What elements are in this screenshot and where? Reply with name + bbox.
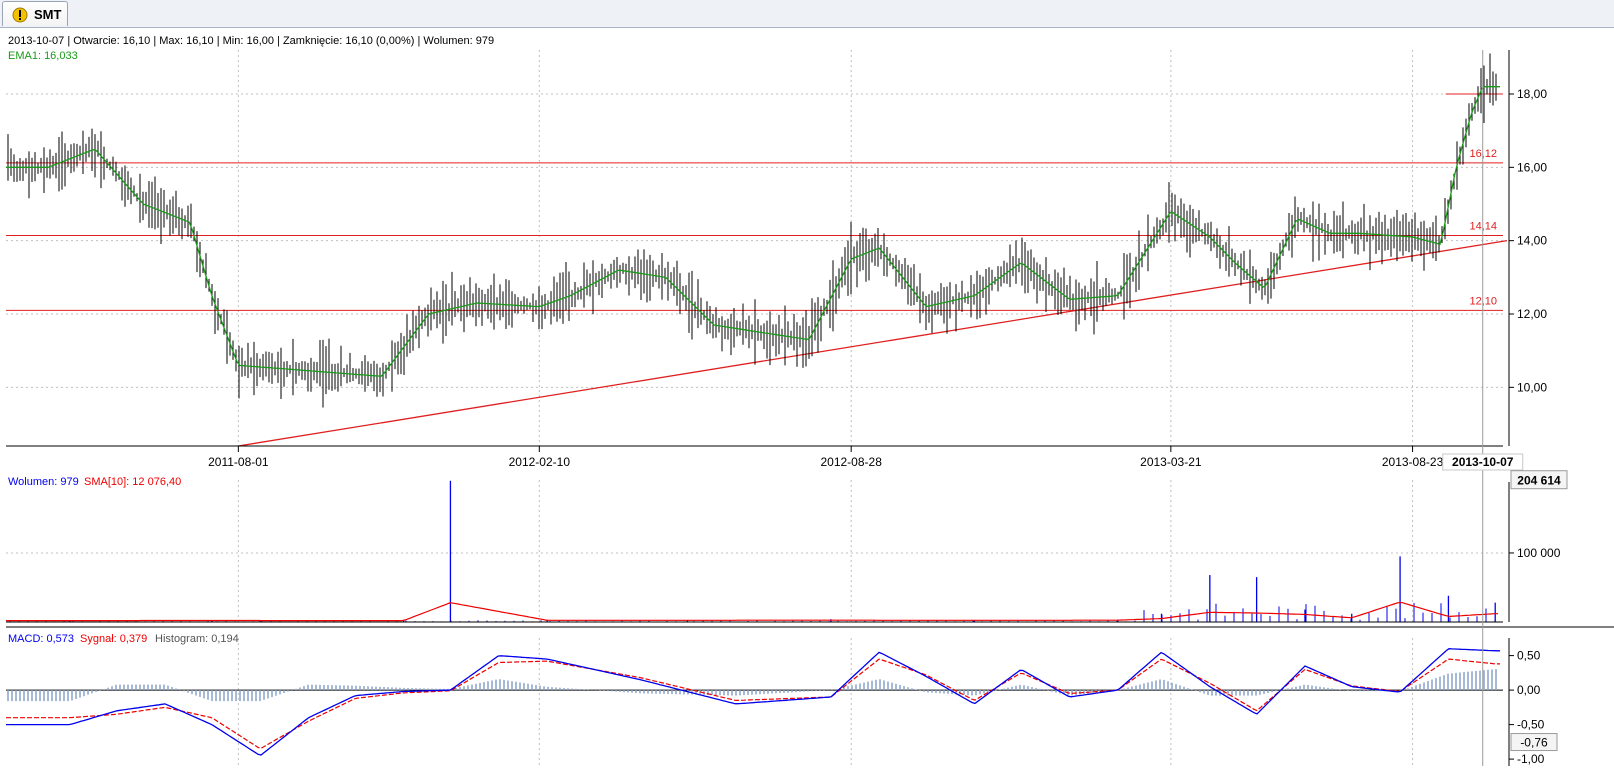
price-tick-label: 14,00 bbox=[1517, 234, 1547, 248]
price-tick-label: 18,00 bbox=[1517, 87, 1547, 101]
macd-tick-label: -0,50 bbox=[1517, 718, 1545, 732]
chart-frame: 16,12 14,14 12,10 10,00 12,00 14,00 16,00 18,0… bbox=[0, 28, 1614, 768]
histogram-label: Histogram: 0,194 bbox=[155, 633, 239, 645]
tab-label: SMT bbox=[34, 7, 62, 22]
price-tick-label: 16,00 bbox=[1517, 160, 1547, 174]
price-tick-label: 10,00 bbox=[1517, 380, 1547, 394]
cursor-date-label: 2013-10-07 bbox=[1452, 455, 1514, 469]
trend-line bbox=[238, 240, 1508, 447]
stock-chart[interactable]: 16,12 14,14 12,10 10,00 12,00 14,00 16,00 18,0… bbox=[0, 28, 1614, 768]
macd-tick-label: -1,00 bbox=[1517, 752, 1545, 766]
resistance-label: 16,12 bbox=[1469, 148, 1497, 160]
volume-max-label: 204 614 bbox=[1517, 474, 1561, 488]
macd-tick-label: 0,00 bbox=[1517, 683, 1541, 697]
date-tick-label: 2013-03-21 bbox=[1140, 455, 1202, 469]
signal-label: Sygnał: 0,379 bbox=[80, 633, 147, 645]
price-info-line: 2013-10-07 | Otwarcie: 16,10 | Max: 16,1… bbox=[8, 35, 494, 47]
price-tick-label: 12,00 bbox=[1517, 307, 1547, 321]
signal-series-line bbox=[6, 658, 1500, 749]
sma-label: SMA[10]: 12 076,40 bbox=[84, 476, 181, 488]
tab-bar: SMT bbox=[0, 0, 1614, 28]
sma-series-line bbox=[6, 601, 1498, 622]
ema-label: EMA1: 16,033 bbox=[8, 50, 78, 62]
date-tick-label: 2011-08-01 bbox=[208, 455, 269, 469]
tab-smt[interactable]: SMT bbox=[2, 1, 68, 26]
resistance-label: 14,14 bbox=[1469, 221, 1497, 233]
macd-label: MACD: 0,573 bbox=[8, 633, 74, 645]
volume-label: Wolumen: 979 bbox=[8, 476, 79, 488]
date-tick-label: 2012-02-10 bbox=[509, 455, 571, 469]
macd-cursor-label: -0,76 bbox=[1520, 736, 1548, 750]
resistance-label: 12,10 bbox=[1469, 295, 1497, 307]
macd-tick-label: 0,50 bbox=[1517, 649, 1541, 663]
date-tick-label: 2013-08-23 bbox=[1382, 455, 1444, 469]
date-tick-label: 2012-08-28 bbox=[820, 455, 882, 469]
warning-icon bbox=[12, 7, 28, 23]
macd-series-line bbox=[6, 648, 1500, 756]
volume-tick-label: 100 000 bbox=[1517, 546, 1561, 560]
